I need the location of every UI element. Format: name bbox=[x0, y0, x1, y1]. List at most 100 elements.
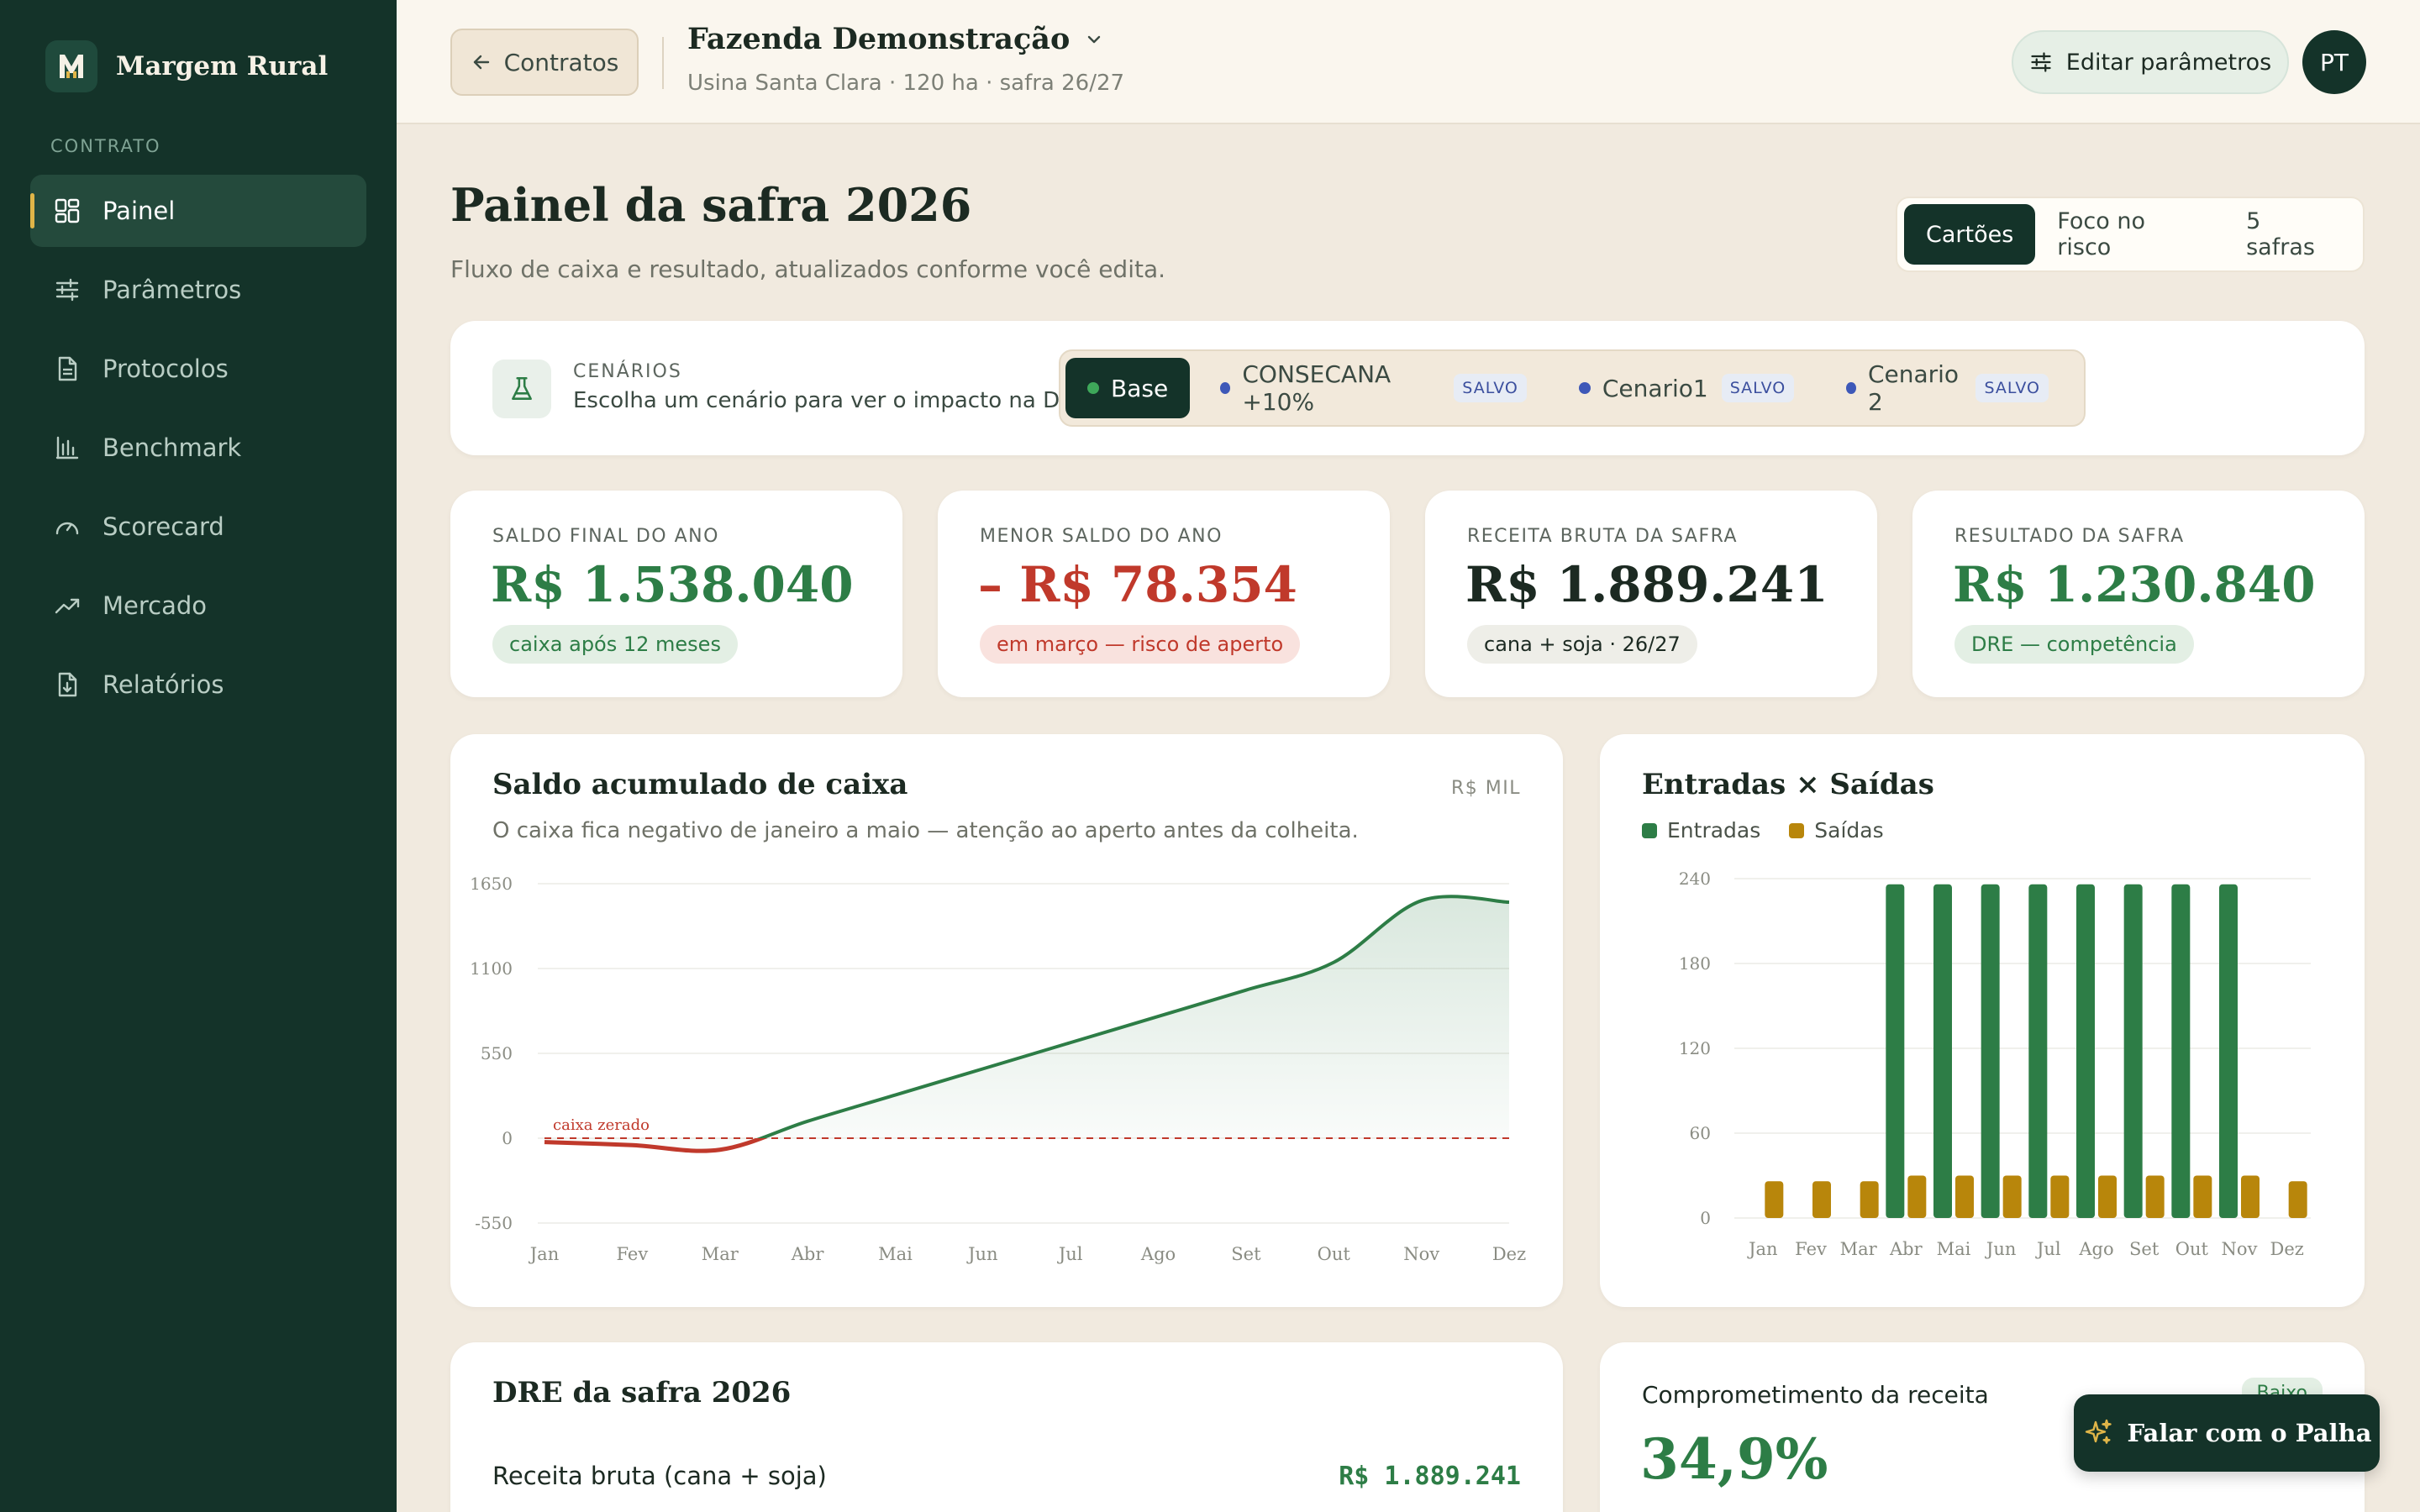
x-tick-label: Mar bbox=[702, 1244, 739, 1264]
outflow-bar bbox=[1860, 1181, 1879, 1218]
sidebar-item-label: Parâmetros bbox=[103, 276, 242, 304]
y-tick-label: 0 bbox=[1700, 1208, 1711, 1228]
outflow-bar bbox=[2193, 1175, 2212, 1218]
y-tick-label: 0 bbox=[502, 1128, 513, 1148]
scenario-tab-cenario2[interactable]: Cenario 2 SALVO bbox=[1824, 358, 2070, 418]
scenario-name: Cenario1 bbox=[1602, 374, 1708, 402]
inflow-bar bbox=[1886, 884, 1905, 1218]
view-option-risk-focus[interactable]: Foco no risco bbox=[2035, 204, 2224, 265]
y-tick-label: -550 bbox=[475, 1213, 513, 1233]
arrow-left-icon bbox=[471, 51, 492, 73]
chat-assistant-label: Falar com o Palha bbox=[2127, 1419, 2372, 1447]
inflow-outflow-chart: 0 60 120 180 240 Jan Fev Mar Abr Mai Jun Jul Ago Set O… bbox=[1679, 869, 2311, 1259]
x-tick-label: Nov bbox=[2222, 1239, 2258, 1259]
x-tick-label: Ago bbox=[2078, 1239, 2113, 1259]
chat-assistant-button[interactable]: Falar com o Palha bbox=[2074, 1394, 2380, 1472]
sidebar-item-scorecard[interactable]: Scorecard bbox=[30, 491, 366, 563]
scenario-tab-base[interactable]: Base bbox=[1065, 358, 1191, 418]
sidebar-item-label: Benchmark bbox=[103, 433, 242, 462]
scenarios-card: CENÁRIOS Escolha um cenário para ver o i… bbox=[450, 321, 2365, 455]
outflow-bar bbox=[2050, 1175, 2070, 1218]
cash-balance-chart: -550 0 550 1100 1650 Jan Fev Mar Abr Mai Jun Jul Ago… bbox=[470, 874, 1526, 1264]
outflow-bar bbox=[2241, 1175, 2260, 1218]
sidebar-item-painel[interactable]: Painel bbox=[30, 175, 366, 247]
sparkle-icon bbox=[2082, 1417, 2114, 1449]
scenario-dot bbox=[1087, 382, 1099, 394]
x-tick-label: Jun bbox=[966, 1244, 997, 1264]
sidebar-section-label: CONTRATO bbox=[50, 136, 161, 156]
outflow-bar bbox=[1907, 1175, 1927, 1218]
saved-badge: SALVO bbox=[1721, 374, 1795, 402]
scenario-name: Base bbox=[1111, 374, 1169, 402]
sidebar-item-mercado[interactable]: Mercado bbox=[30, 570, 366, 642]
cash-balance-chart-card: Saldo acumulado de caixa R$ MIL O caixa … bbox=[450, 734, 1563, 1307]
farm-selector[interactable]: Fazenda Demonstração bbox=[687, 22, 1103, 56]
x-tick-label: Out bbox=[1318, 1244, 1351, 1264]
gauge-icon bbox=[52, 512, 82, 542]
balance-area bbox=[544, 896, 1509, 1152]
dre-card: DRE da safra 2026 Receita bruta (cana + … bbox=[450, 1342, 1563, 1512]
brand[interactable]: Margem Rural bbox=[45, 40, 328, 92]
scenario-dot bbox=[1846, 382, 1856, 394]
topbar-divider bbox=[662, 37, 664, 89]
scenario-name: CONSECANA +10% bbox=[1242, 360, 1392, 416]
outflow-bar bbox=[1812, 1181, 1831, 1218]
avatar[interactable]: PT bbox=[2302, 30, 2366, 94]
x-tick-label: Dez bbox=[1492, 1244, 1526, 1264]
view-option-cards[interactable]: Cartões bbox=[1904, 204, 2036, 265]
document-icon bbox=[52, 354, 82, 384]
brand-logo-icon bbox=[45, 40, 97, 92]
scenario-dot bbox=[1220, 382, 1231, 394]
kpi-value: R$ 1.230.840 bbox=[1953, 556, 2316, 613]
y-tick-label: 180 bbox=[1679, 953, 1711, 974]
sidebar-item-protocolos[interactable]: Protocolos bbox=[30, 333, 366, 405]
x-tick-label: Jun bbox=[1985, 1239, 2016, 1259]
scenario-dot bbox=[1578, 382, 1591, 394]
back-to-contracts-button[interactable]: Contratos bbox=[450, 29, 639, 96]
kpi-pill: caixa após 12 meses bbox=[492, 625, 738, 664]
sidebar-item-label: Scorecard bbox=[103, 512, 224, 541]
scenario-name: Cenario 2 bbox=[1867, 360, 1960, 416]
x-tick-label: Mai bbox=[1937, 1239, 1971, 1259]
flask-icon bbox=[492, 360, 551, 418]
bar-chart-icon bbox=[52, 433, 82, 463]
dre-title: DRE da safra 2026 bbox=[492, 1376, 792, 1410]
farm-subtitle: Usina Santa Clara · 120 ha · safra 26/27 bbox=[687, 71, 1125, 96]
scenario-tab-cenario1[interactable]: Cenario1 SALVO bbox=[1557, 358, 1816, 418]
y-tick-label: 1650 bbox=[470, 874, 513, 894]
trending-up-icon bbox=[52, 591, 82, 621]
inflow-bar bbox=[1981, 884, 2000, 1218]
sidebar-item-parametros[interactable]: Parâmetros bbox=[30, 254, 366, 326]
commitment-title: Comprometimento da receita bbox=[1642, 1381, 1989, 1409]
x-tick-label: Set bbox=[1231, 1244, 1261, 1264]
kpi-pill: em março — risco de aperto bbox=[980, 625, 1301, 664]
outflow-bar bbox=[1955, 1175, 1974, 1218]
kpi-value: – R$ 78.354 bbox=[978, 556, 1297, 613]
outflow-bar bbox=[2288, 1181, 2307, 1218]
kpi-card-harvest-result: RESULTADO DA SAFRA R$ 1.230.840 DRE — co… bbox=[1912, 491, 2365, 697]
outflow-bar bbox=[1765, 1181, 1784, 1218]
x-tick-label: Jul bbox=[1057, 1244, 1083, 1264]
inflow-outflow-chart-card: Entradas × Saídas Entradas Saídas 0 60 120… bbox=[1600, 734, 2365, 1307]
scenario-tabs: Base CONSECANA +10% SALVO Cenario1 SALVO… bbox=[1059, 349, 2086, 427]
back-button-label: Contratos bbox=[503, 48, 619, 76]
y-tick-label: 60 bbox=[1690, 1123, 1711, 1143]
dre-row-value: R$ 1.889.241 bbox=[1339, 1462, 1521, 1491]
scenarios-label: CENÁRIOS bbox=[573, 361, 682, 382]
x-tick-label: Out bbox=[2175, 1239, 2209, 1259]
sidebar-nav: Painel Parâmetros Protocolos Benchmark S… bbox=[30, 175, 366, 727]
edit-parameters-button[interactable]: Editar parâmetros bbox=[2012, 30, 2289, 94]
x-tick-label: Jan bbox=[1747, 1239, 1777, 1259]
page-title: Painel da safra 2026 bbox=[450, 178, 972, 232]
sidebar-item-relatorios[interactable]: Relatórios bbox=[30, 648, 366, 721]
kpi-label: RECEITA BRUTA DA SAFRA bbox=[1467, 526, 1739, 547]
scenarios-description: Escolha um cenário para ver o impacto na… bbox=[573, 388, 1096, 413]
x-tick-label: Abr bbox=[791, 1244, 825, 1264]
view-option-five-harvests[interactable]: 5 safras bbox=[2224, 204, 2356, 265]
view-toggle: Cartões Foco no risco 5 safras bbox=[1896, 197, 2365, 272]
inflow-bar bbox=[2076, 884, 2095, 1218]
page-subtitle: Fluxo de caixa e resultado, atualizados … bbox=[450, 255, 1166, 283]
kpi-card-lowest-balance: MENOR SALDO DO ANO – R$ 78.354 em março … bbox=[938, 491, 1390, 697]
scenario-tab-consecana[interactable]: CONSECANA +10% SALVO bbox=[1198, 358, 1549, 418]
sidebar-item-benchmark[interactable]: Benchmark bbox=[30, 412, 366, 484]
